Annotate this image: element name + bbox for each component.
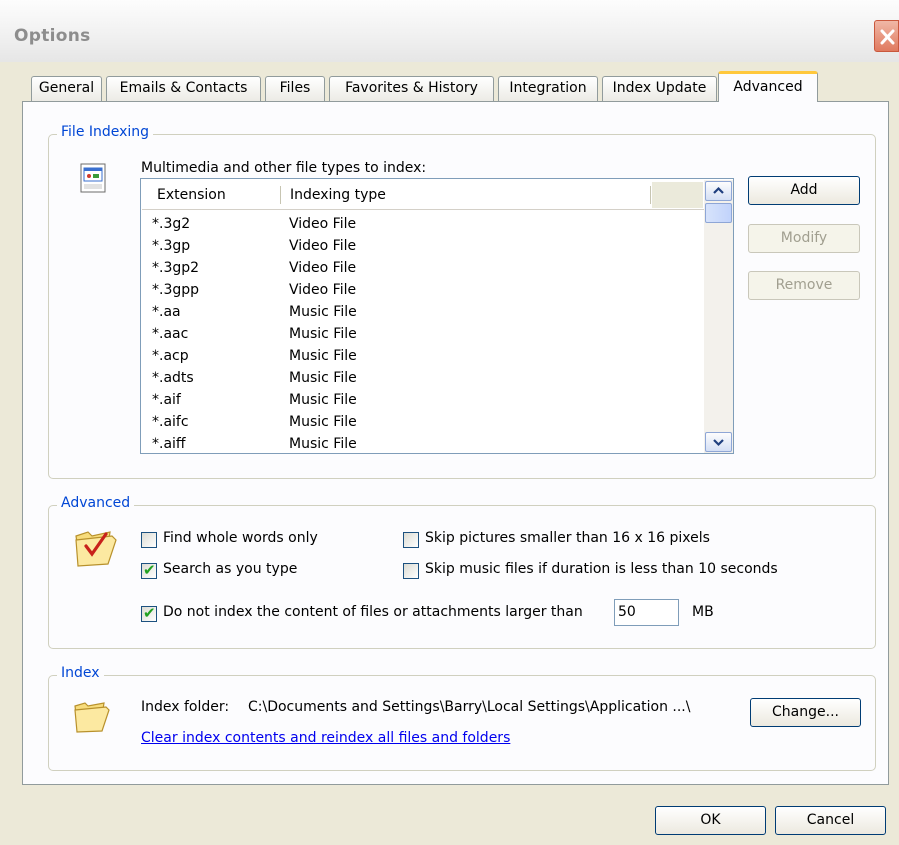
file-types-caption: Multimedia and other file types to index… [141, 160, 427, 176]
search-as-you-type-checkbox[interactable]: ✔ [141, 561, 157, 579]
tab-general[interactable]: General [31, 76, 102, 101]
advanced-title: Advanced [57, 495, 135, 511]
list-item[interactable]: *.adts Music File [141, 367, 703, 389]
search-as-you-type-label: Search as you type [163, 561, 298, 577]
size-unit-label: MB [692, 604, 714, 620]
skip-short-music-label: Skip music files if duration is less tha… [425, 561, 778, 577]
index-title: Index [57, 665, 104, 681]
tab-favorites-history[interactable]: Favorites & History [329, 76, 494, 101]
tab-index-update[interactable]: Index Update [602, 76, 717, 101]
column-header-indexing-type[interactable]: Indexing type [290, 187, 386, 203]
file-types-list[interactable]: Extension Indexing type *.3g2 Video File … [140, 178, 734, 454]
list-item[interactable]: *.acp Music File [141, 345, 703, 367]
list-item[interactable]: *.aif Music File [141, 389, 703, 411]
list-item[interactable]: *.aiff Music File [141, 433, 703, 453]
index-folder-path: C:\Documents and Settings\Barry\Local Se… [248, 699, 691, 715]
change-folder-button[interactable]: Change... [750, 698, 861, 727]
index-folder-label: Index folder: [141, 699, 230, 715]
list-item[interactable]: *.3gpp Video File [141, 279, 703, 301]
tab-emails-contacts[interactable]: Emails & Contacts [106, 76, 261, 101]
scroll-up-button[interactable] [705, 181, 732, 201]
list-item[interactable]: *.aac Music File [141, 323, 703, 345]
remove-button[interactable]: Remove [748, 271, 860, 300]
list-item[interactable]: *.aa Music File [141, 301, 703, 323]
ok-button[interactable]: OK [655, 806, 766, 835]
chevron-up-icon [713, 186, 724, 194]
cancel-button[interactable]: Cancel [775, 806, 886, 835]
tab-files[interactable]: Files [265, 76, 325, 101]
list-item[interactable]: *.aifc Music File [141, 411, 703, 433]
column-header-extension[interactable]: Extension [157, 187, 226, 203]
chevron-down-icon [713, 439, 724, 447]
modify-button[interactable]: Modify [748, 224, 860, 253]
folder-icon [72, 698, 112, 738]
tab-integration[interactable]: Integration [498, 76, 598, 101]
close-button[interactable] [874, 20, 899, 52]
skip-short-music-checkbox[interactable] [403, 563, 419, 579]
skip-small-pictures-label: Skip pictures smaller than 16 x 16 pixel… [425, 530, 710, 546]
advanced-group [48, 505, 876, 649]
scroll-thumb[interactable] [705, 203, 732, 223]
clear-index-link[interactable]: Clear index contents and reindex all fil… [141, 730, 510, 746]
folder-check-icon [72, 524, 120, 572]
size-limit-label: Do not index the content of files or att… [163, 604, 583, 620]
window-title: Options [14, 26, 91, 46]
list-item[interactable]: *.3gp2 Video File [141, 257, 703, 279]
checkmark-icon: ✔ [143, 561, 156, 579]
size-limit-input[interactable]: 50 [614, 599, 679, 626]
file-types-icon [80, 163, 106, 197]
size-limit-checkbox[interactable]: ✔ [141, 604, 157, 622]
list-header: Extension Indexing type [142, 180, 704, 210]
title-bar [0, 0, 899, 62]
close-icon [880, 29, 895, 45]
find-whole-words-checkbox[interactable] [141, 532, 157, 548]
list-scrollbar[interactable] [704, 180, 733, 453]
list-item[interactable]: *.3g2 Video File [141, 213, 703, 235]
find-whole-words-label: Find whole words only [163, 530, 318, 546]
checkmark-icon: ✔ [143, 604, 156, 622]
skip-small-pictures-checkbox[interactable] [403, 532, 419, 548]
file-indexing-title: File Indexing [57, 124, 154, 140]
scroll-down-button[interactable] [705, 432, 732, 452]
list-item[interactable]: *.3gp Video File [141, 235, 703, 257]
add-button[interactable]: Add [748, 176, 860, 205]
tab-advanced[interactable]: Advanced [718, 71, 818, 102]
